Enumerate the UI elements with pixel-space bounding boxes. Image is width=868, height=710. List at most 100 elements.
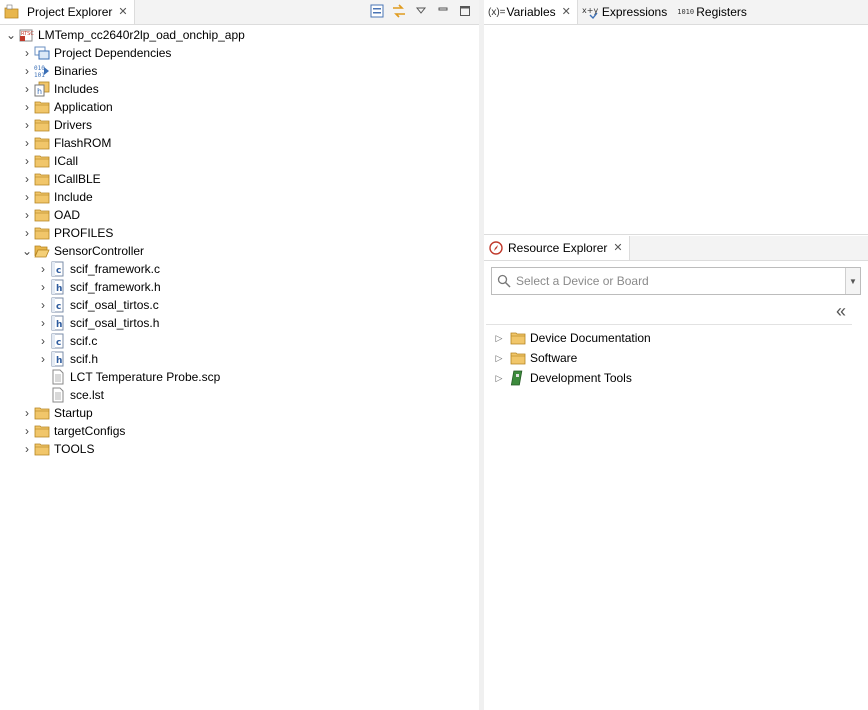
chevron-right-icon[interactable]: › — [20, 170, 34, 188]
resource-item[interactable]: ▷ Software — [492, 348, 578, 368]
tree-item[interactable]: › Drivers — [20, 116, 92, 134]
resource-item-label: Software — [530, 351, 578, 365]
chevron-right-icon[interactable]: › — [36, 350, 50, 368]
chevron-right-icon[interactable]: › — [20, 206, 34, 224]
file-item-label: scif_framework.c — [70, 262, 161, 276]
tree-item[interactable]: › h Includes — [20, 80, 99, 98]
tree-item[interactable]: › ICallBLE — [20, 170, 101, 188]
tree-item[interactable]: › 010 101 Binaries — [20, 62, 97, 80]
chevron-right-icon[interactable]: › — [36, 332, 50, 350]
chevron-right-icon[interactable]: › — [20, 404, 34, 422]
tree-item-label: Project Dependencies — [54, 46, 172, 60]
tab-project-explorer[interactable]: Project Explorer ✕ — [0, 0, 135, 24]
folder-icon — [34, 99, 50, 115]
file-item[interactable]: › h scif.h — [36, 350, 98, 368]
chevron-right-icon[interactable]: › — [20, 440, 34, 458]
chevron-down-icon[interactable]: ⌄ — [4, 26, 18, 44]
tab-resource-explorer[interactable]: Resource Explorer ✕ — [484, 236, 630, 260]
text-file-icon — [50, 369, 66, 385]
tab-registers[interactable]: 1010 Registers — [673, 0, 753, 24]
tree-item[interactable]: ⌄ SensorController — [20, 242, 144, 260]
tree-item[interactable]: › Include — [20, 188, 93, 206]
view-menu-icon[interactable] — [413, 3, 429, 19]
svg-text:h: h — [56, 356, 62, 366]
tree-item[interactable]: › Project Dependencies — [20, 44, 171, 62]
minimize-icon[interactable] — [435, 3, 451, 19]
collapse-all-icon[interactable] — [369, 3, 385, 19]
tree-item[interactable]: › Startup — [20, 404, 93, 422]
svg-text:h: h — [56, 320, 62, 330]
tree-item[interactable]: › TOOLS — [20, 440, 94, 458]
link-with-editor-icon[interactable] — [391, 3, 407, 19]
includes-icon: h — [34, 81, 50, 97]
chevron-right-icon[interactable]: › — [20, 224, 34, 242]
folder-open-icon — [34, 243, 50, 259]
collapse-all-icon[interactable]: « — [832, 302, 850, 320]
chevron-right-icon[interactable]: ▷ — [492, 329, 506, 347]
chevron-right-icon[interactable]: › — [20, 116, 34, 134]
resource-item[interactable]: ▷ Device Documentation — [492, 328, 651, 348]
chevron-right-icon[interactable]: › — [20, 44, 34, 62]
chevron-down-icon[interactable]: ▼ — [845, 268, 860, 294]
chevron-down-icon[interactable]: ⌄ — [20, 242, 34, 260]
chevron-right-icon[interactable]: › — [20, 422, 34, 440]
file-item[interactable]: › c scif_osal_tirtos.c — [36, 296, 159, 314]
file-item[interactable]: sce.lst — [36, 386, 104, 404]
resource-item[interactable]: ▷ Development Tools — [492, 368, 632, 388]
chevron-right-icon[interactable]: ▷ — [492, 349, 506, 367]
tab-resource-explorer-label: Resource Explorer — [508, 241, 608, 255]
tree-item-label: Binaries — [54, 64, 98, 78]
c-file-icon: c — [50, 333, 66, 349]
tree-item[interactable]: › ICall — [20, 152, 78, 170]
chevron-right-icon[interactable]: › — [20, 152, 34, 170]
device-search-input[interactable] — [514, 270, 845, 292]
folder-icon — [34, 405, 50, 421]
tree-item[interactable]: › FlashROM — [20, 134, 111, 152]
tree-item-label: Include — [54, 190, 93, 204]
chevron-right-icon[interactable]: › — [20, 62, 34, 80]
tab-expressions-label: Expressions — [601, 5, 668, 19]
chevron-right-icon[interactable]: › — [20, 80, 34, 98]
tree-item-label: PROFILES — [54, 226, 114, 240]
close-icon[interactable]: ✕ — [613, 242, 622, 254]
file-item-label: scif_framework.h — [70, 280, 161, 294]
h-file-icon: h — [50, 351, 66, 367]
tree-item-label: Application — [54, 100, 113, 114]
file-item[interactable]: › h scif_framework.h — [36, 278, 161, 296]
search-icon — [496, 273, 512, 289]
project-explorer-icon — [4, 4, 20, 20]
tree-item[interactable]: › OAD — [20, 206, 80, 224]
svg-text:c: c — [56, 338, 61, 348]
tree-item[interactable]: › targetConfigs — [20, 422, 125, 440]
dependencies-icon — [34, 45, 50, 61]
folder-icon — [34, 225, 50, 241]
file-item[interactable]: › c scif_framework.c — [36, 260, 160, 278]
file-item[interactable]: › c scif.c — [36, 332, 97, 350]
folder-icon — [34, 171, 50, 187]
chevron-right-icon[interactable]: › — [36, 296, 50, 314]
close-icon[interactable]: ✕ — [118, 6, 127, 18]
tab-variables[interactable]: (x)= Variables ✕ — [484, 0, 578, 24]
chevron-right-icon[interactable]: › — [36, 314, 50, 332]
close-icon[interactable]: ✕ — [562, 6, 571, 18]
tree-item[interactable]: › PROFILES — [20, 224, 113, 242]
resource-explorer-view: Resource Explorer ✕ ▼ « ▷ Device Document… — [484, 236, 868, 710]
tree-item-project[interactable]: ⌄ RTSC LMTemp_cc2640r2lp_oad_onchip_app — [4, 26, 245, 44]
chevron-right-icon[interactable]: › — [36, 260, 50, 278]
chevron-right-icon[interactable]: › — [36, 278, 50, 296]
chevron-right-icon[interactable]: › — [20, 134, 34, 152]
maximize-icon[interactable] — [457, 3, 473, 19]
file-item-label: LCT Temperature Probe.scp — [70, 370, 221, 384]
chevron-right-icon[interactable]: › — [20, 188, 34, 206]
tree-item-label: Drivers — [54, 118, 92, 132]
tree-item[interactable]: › Application — [20, 98, 113, 116]
file-item[interactable]: › h scif_osal_tirtos.h — [36, 314, 159, 332]
debug-views: (x)= Variables ✕ x+y Expressions 1010 Re… — [484, 0, 868, 235]
tab-expressions[interactable]: x+y Expressions — [578, 0, 673, 24]
tree-item-label: FlashROM — [54, 136, 112, 150]
tree-item-label: SensorController — [54, 244, 145, 258]
chevron-right-icon[interactable]: › — [20, 98, 34, 116]
file-item[interactable]: LCT Temperature Probe.scp — [36, 368, 220, 386]
chevron-right-icon[interactable]: ▷ — [492, 369, 506, 387]
tab-registers-label: Registers — [696, 5, 747, 19]
